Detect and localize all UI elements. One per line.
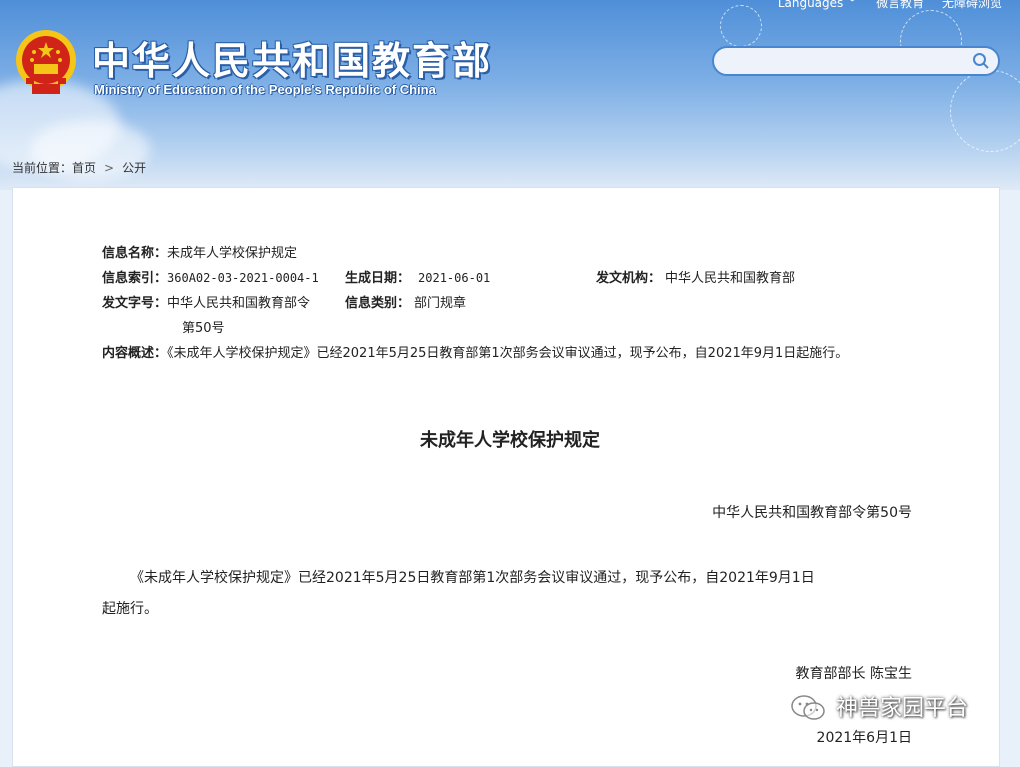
meta-date-value: 2021-06-01 (418, 271, 491, 285)
weiyan-link[interactable]: 微言教育 (876, 0, 924, 10)
dandelion-decoration (950, 70, 1020, 152)
watermark-text: 神兽家园平台 (836, 696, 969, 721)
meta-index-row: 信息索引：360A02-03-2021-0004-1 (102, 267, 319, 286)
search-icon[interactable] (972, 52, 990, 70)
dandelion-decoration (720, 5, 762, 47)
meta-summary-label: 内容概述： (102, 346, 168, 361)
meta-category-label: 信息类别： (345, 296, 411, 311)
meta-org-row: 发文机构： 中华人民共和国教育部 (596, 267, 795, 286)
meta-org-label: 发文机构： (596, 271, 662, 286)
sign-date: 2021年6月1日 (816, 730, 912, 746)
top-links: Languages ﹀ 微言教育 无障碍浏览 (764, 0, 1002, 11)
meta-docno-row: 发文字号：中华人民共和国教育部令 (102, 292, 310, 311)
site-subtitle: Ministry of Education of the People's Re… (94, 82, 436, 97)
languages-link[interactable]: Languages (778, 0, 843, 10)
meta-category-value: 部门规章 (414, 296, 467, 311)
document-title: 未成年人学校保护规定 (420, 430, 600, 451)
breadcrumb-separator: > (104, 161, 115, 175)
meta-index-value: 360A02-03-2021-0004-1 (167, 271, 319, 285)
breadcrumb: 当前位置：首页 > 公开 (12, 159, 146, 176)
meta-summary-value: 《未成年人学校保护规定》已经2021年5月25日教育部第1次部务会议审议通过，现… (167, 346, 849, 361)
meta-name-row: 信息名称：未成年人学校保护规定 (102, 242, 297, 261)
header-banner: 中华人民共和国教育部 Ministry of Education of the … (0, 0, 1020, 190)
search-input[interactable] (712, 46, 1000, 76)
site-title: 中华人民共和国教育部 (92, 39, 493, 83)
body-paragraph-line1: 《未成年人学校保护规定》已经2021年5月25日教育部第1次部务会议审议通过，现… (130, 570, 815, 586)
wechat-icon (791, 695, 825, 720)
breadcrumb-prefix: 当前位置： (12, 161, 73, 175)
meta-org-value: 中华人民共和国教育部 (665, 271, 796, 286)
body-paragraph-line2: 起施行。 (102, 601, 158, 617)
meta-summary-row: 内容概述：《未成年人学校保护规定》已经2021年5月25日教育部第1次部务会议审… (102, 342, 848, 361)
meta-category-row: 信息类别： 部门规章 (345, 292, 466, 311)
signer: 教育部部长 陈宝生 (795, 666, 912, 682)
meta-name-label: 信息名称： (102, 246, 168, 261)
meta-docno-value: 中华人民共和国教育部令 (167, 296, 311, 311)
meta-name-value: 未成年人学校保护规定 (167, 246, 298, 261)
accessibility-link[interactable]: 无障碍浏览 (942, 0, 1002, 10)
meta-date-label: 生成日期： (345, 271, 411, 286)
meta-index-label: 信息索引： (102, 271, 168, 286)
meta-docno-label: 发文字号： (102, 296, 168, 311)
chevron-down-icon[interactable]: ﹀ (846, 0, 858, 10)
meta-date-row: 生成日期： 2021-06-01 (345, 267, 490, 286)
breadcrumb-public[interactable]: 公开 (122, 161, 146, 175)
order-number: 中华人民共和国教育部令第50号 (712, 505, 912, 521)
national-emblem-icon (16, 30, 76, 94)
breadcrumb-home[interactable]: 首页 (72, 161, 96, 175)
meta-docno-line2: 第50号 (182, 321, 225, 336)
